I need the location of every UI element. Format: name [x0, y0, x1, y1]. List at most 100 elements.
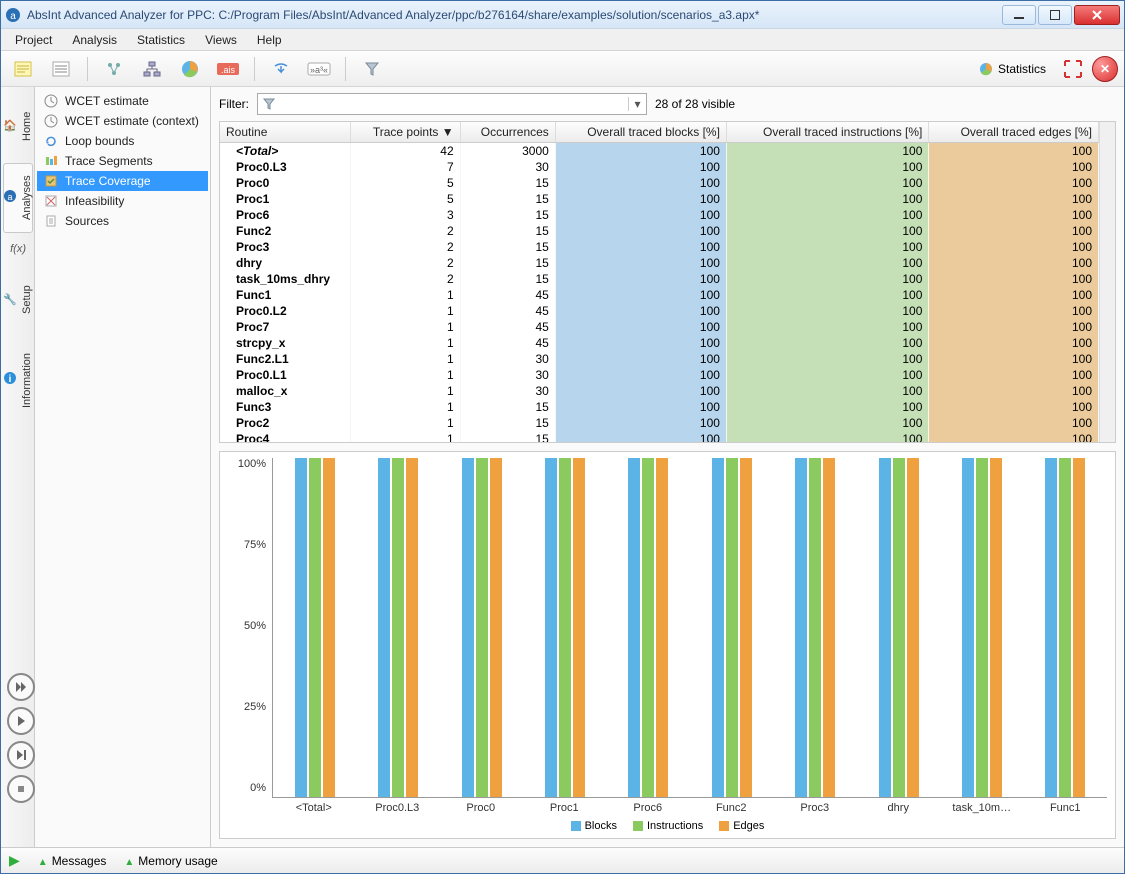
statusbar: ▶ ▲Messages ▲Memory usage	[1, 847, 1124, 873]
menu-views[interactable]: Views	[197, 31, 245, 49]
tb-notes-icon[interactable]	[7, 55, 39, 83]
status-messages[interactable]: ▲Messages	[38, 854, 107, 868]
wrench-icon: 🔧	[3, 294, 17, 307]
bar-group	[523, 458, 606, 797]
vtab-setup[interactable]: 🔧Setup	[3, 265, 33, 335]
table-row[interactable]: Proc7145100100100	[220, 319, 1099, 335]
table-row[interactable]: Proc1515100100100	[220, 191, 1099, 207]
menu-analysis[interactable]: Analysis	[64, 31, 125, 49]
tb-list-icon[interactable]	[45, 55, 77, 83]
tree-item-wcet-estimate-context-[interactable]: WCET estimate (context)	[37, 111, 208, 131]
table-row[interactable]: Func1145100100100	[220, 287, 1099, 303]
close-button[interactable]	[1074, 5, 1120, 25]
maximize-button[interactable]	[1038, 5, 1072, 25]
svg-text:i: i	[8, 375, 11, 386]
menu-project[interactable]: Project	[7, 31, 60, 49]
xlabel: Proc0.L3	[356, 798, 440, 814]
tree-item-label: Trace Coverage	[65, 174, 151, 188]
bar-instructions	[726, 458, 738, 797]
col-header[interactable]: Overall traced blocks [%]	[555, 122, 726, 143]
bar-group	[773, 458, 856, 797]
table-row[interactable]: Proc0.L3730100100100	[220, 159, 1099, 175]
table-row[interactable]: Proc4115100100100	[220, 431, 1099, 442]
bar-blocks	[879, 458, 891, 797]
table-row[interactable]: task_10ms_dhry215100100100	[220, 271, 1099, 287]
segments-icon	[43, 153, 59, 169]
pie-small-icon	[978, 61, 994, 77]
table-row[interactable]: Proc0.L2145100100100	[220, 303, 1099, 319]
tb-pie-icon[interactable]	[174, 55, 206, 83]
bar-group	[273, 458, 356, 797]
tb-graph-icon[interactable]	[98, 55, 130, 83]
tree-item-label: Sources	[65, 214, 109, 228]
bar-instructions	[392, 458, 404, 797]
run-button[interactable]	[7, 707, 35, 735]
col-header[interactable]: Overall traced edges [%]	[929, 122, 1099, 143]
tb-hierarchy-icon[interactable]	[136, 55, 168, 83]
filter-input[interactable]	[280, 97, 628, 111]
menu-help[interactable]: Help	[249, 31, 290, 49]
tree-item-label: Infeasibility	[65, 194, 124, 208]
bar-blocks	[962, 458, 974, 797]
tb-funnel-icon[interactable]	[356, 55, 388, 83]
statistics-label: Statistics	[998, 62, 1046, 76]
main-panel: Filter: ▾ 28 of 28 visible RoutineTrace …	[211, 87, 1124, 847]
bar-blocks	[1045, 458, 1057, 797]
tb-a3-icon[interactable]: »a³«	[303, 55, 335, 83]
xlabel: Func1	[1024, 798, 1108, 814]
tree-item-infeasibility[interactable]: Infeasibility	[37, 191, 208, 211]
step-button[interactable]	[7, 741, 35, 769]
table-row[interactable]: malloc_x130100100100	[220, 383, 1099, 399]
bar-instructions	[809, 458, 821, 797]
filter-combo[interactable]: ▾	[257, 93, 647, 115]
table-row[interactable]: <Total>423000100100100	[220, 143, 1099, 160]
col-header[interactable]: Occurrences	[460, 122, 555, 143]
tree-item-wcet-estimate[interactable]: WCET estimate	[37, 91, 208, 111]
window-title: AbsInt Advanced Analyzer for PPC: C:/Pro…	[27, 8, 1000, 22]
table-row[interactable]: dhry215100100100	[220, 255, 1099, 271]
stop-button[interactable]	[7, 775, 35, 803]
table-row[interactable]: Func3115100100100	[220, 399, 1099, 415]
xlabel: dhry	[857, 798, 941, 814]
col-header[interactable]: Overall traced instructions [%]	[726, 122, 928, 143]
bar-group	[356, 458, 439, 797]
col-header[interactable]: Trace points ▼	[350, 122, 460, 143]
table-row[interactable]: strcpy_x145100100100	[220, 335, 1099, 351]
tree-item-loop-bounds[interactable]: Loop bounds	[37, 131, 208, 151]
table-row[interactable]: Proc3215100100100	[220, 239, 1099, 255]
tree-item-trace-coverage[interactable]: Trace Coverage	[37, 171, 208, 191]
close-panel-button[interactable]: ✕	[1092, 56, 1118, 82]
vtab-home[interactable]: 🏠Home	[3, 91, 33, 161]
bar-instructions	[309, 458, 321, 797]
tb-arrow-down-icon[interactable]	[265, 55, 297, 83]
filter-status: 28 of 28 visible	[655, 97, 735, 111]
tree-item-trace-segments[interactable]: Trace Segments	[37, 151, 208, 171]
menu-statistics[interactable]: Statistics	[129, 31, 193, 49]
table-row[interactable]: Proc2115100100100	[220, 415, 1099, 431]
minimize-button[interactable]	[1002, 5, 1036, 25]
table-row[interactable]: Proc0.L1130100100100	[220, 367, 1099, 383]
col-header[interactable]: Routine	[220, 122, 350, 143]
tree-item-label: WCET estimate (context)	[65, 114, 199, 128]
table-scrollbar[interactable]	[1099, 122, 1115, 442]
tb-ais-icon[interactable]: .ais	[212, 55, 244, 83]
table-row[interactable]: Func2215100100100	[220, 223, 1099, 239]
status-memory[interactable]: ▲Memory usage	[124, 854, 217, 868]
play-icon[interactable]: ▶	[9, 852, 20, 869]
run-fast-button[interactable]	[7, 673, 35, 701]
xlabel: task_10m…	[940, 798, 1024, 814]
vtab-fx[interactable]: f(x)	[3, 235, 33, 263]
table-row[interactable]: Func2.L1130100100100	[220, 351, 1099, 367]
vtab-information[interactable]: iInformation	[3, 337, 33, 423]
bar-instructions	[893, 458, 905, 797]
fullscreen-icon[interactable]	[1060, 56, 1086, 82]
xlabel: Proc0	[439, 798, 523, 814]
table-row[interactable]: Proc0515100100100	[220, 175, 1099, 191]
chevron-down-icon[interactable]: ▾	[628, 97, 646, 111]
tree-item-label: Loop bounds	[65, 134, 134, 148]
table-row[interactable]: Proc6315100100100	[220, 207, 1099, 223]
vtab-analyses[interactable]: aAnalyses	[3, 163, 33, 233]
statistics-button[interactable]: Statistics	[970, 59, 1054, 79]
bar-edges	[1073, 458, 1085, 797]
tree-item-sources[interactable]: Sources	[37, 211, 208, 231]
